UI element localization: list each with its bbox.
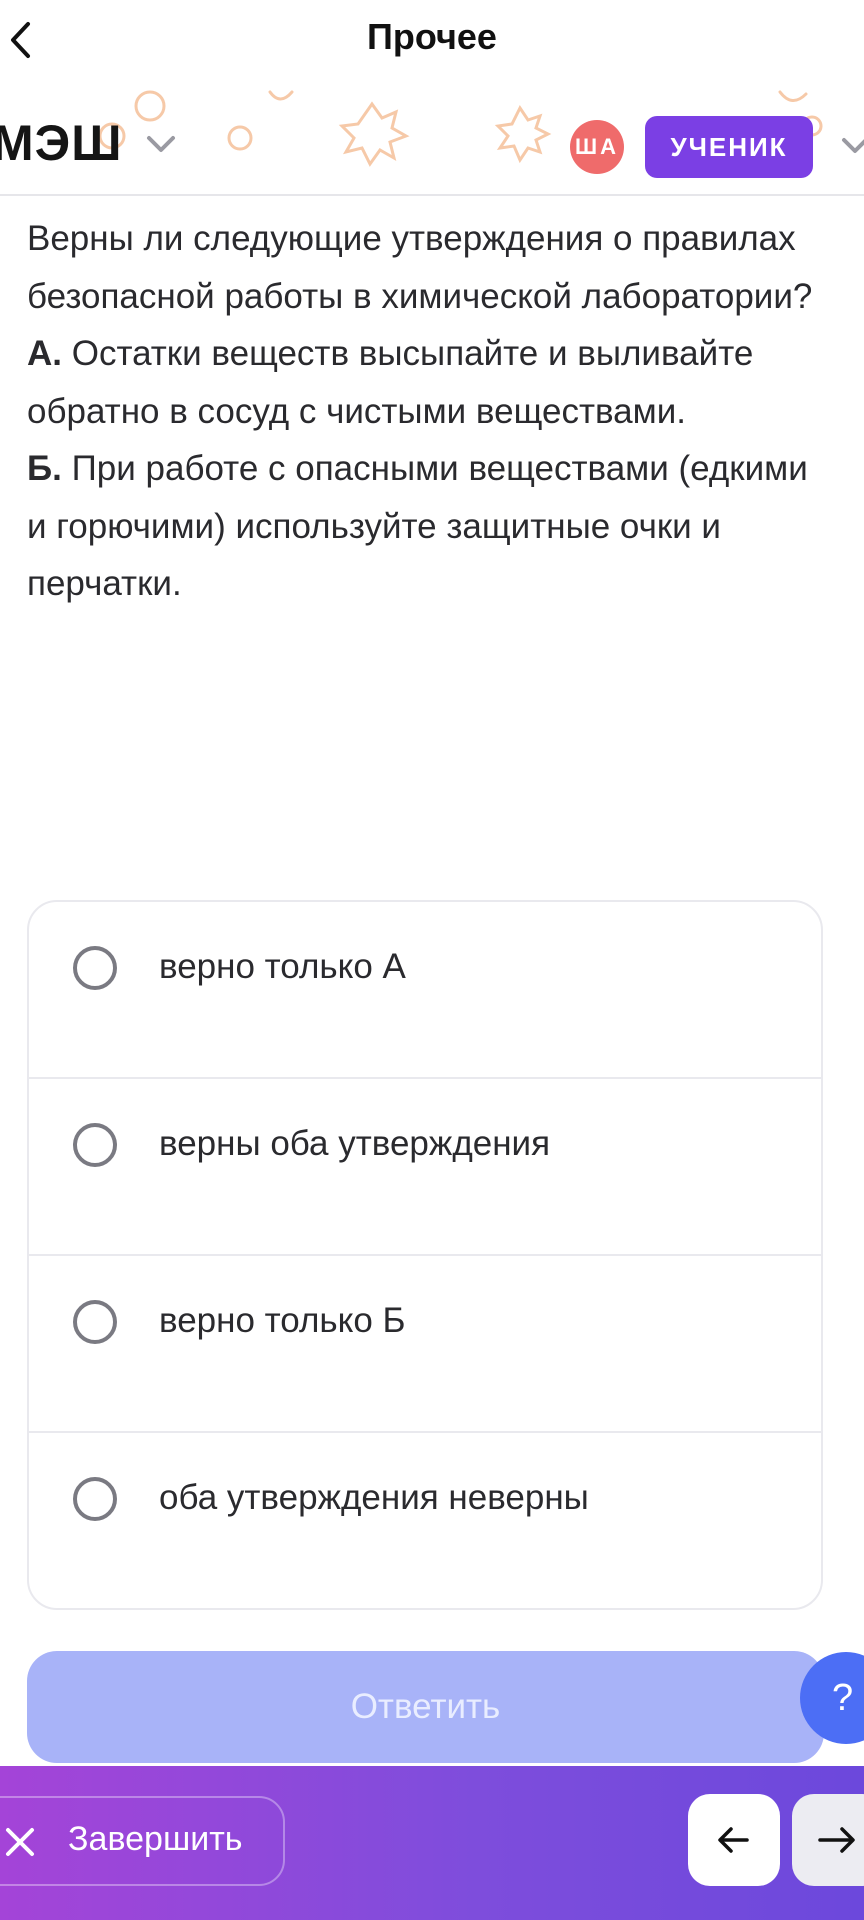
chevron-down-icon[interactable] xyxy=(840,134,864,158)
bottom-action-bar: Завершить xyxy=(0,1766,864,1920)
answer-option-label: верно только Б xyxy=(159,1301,406,1340)
question-text: Верны ли следующие утверждения о правила… xyxy=(27,210,837,613)
finish-button-label: Завершить xyxy=(68,1820,243,1858)
statement-b: Б. При работе с опасными веществами (едк… xyxy=(27,440,837,613)
statement-a: А. Остатки веществ высыпайте и выливайте… xyxy=(27,325,837,440)
previous-question-button[interactable] xyxy=(688,1794,780,1886)
arrow-right-icon xyxy=(818,1827,855,1853)
arrow-left-icon xyxy=(718,1827,749,1853)
close-icon xyxy=(6,1828,34,1856)
role-badge[interactable]: УЧЕНИК xyxy=(645,116,813,178)
page-title: Прочее xyxy=(367,16,497,57)
app-header: МЭШ ША УЧЕНИК xyxy=(0,86,864,196)
answer-option[interactable]: оба утверждения неверны xyxy=(29,1433,821,1608)
answer-option-label: верно только А xyxy=(159,947,406,986)
radio-button[interactable] xyxy=(73,1123,117,1167)
answer-option[interactable]: верны оба утверждения xyxy=(29,1079,821,1256)
statement-letter: А. xyxy=(27,334,62,373)
answer-option[interactable]: верно только А xyxy=(29,902,821,1079)
radio-button[interactable] xyxy=(73,946,117,990)
avatar[interactable]: ША xyxy=(570,120,624,174)
answer-option[interactable]: верно только Б xyxy=(29,1256,821,1433)
logo: МЭШ xyxy=(0,115,123,171)
submit-button[interactable]: Ответить xyxy=(27,1651,824,1763)
answer-option-label: верны оба утверждения xyxy=(159,1124,551,1163)
finish-button[interactable]: Завершить xyxy=(0,1796,285,1886)
statement-letter: Б. xyxy=(27,449,62,488)
radio-button[interactable] xyxy=(73,1477,117,1521)
top-navigation-bar: Прочее xyxy=(0,0,864,80)
answer-options: верно только А верны оба утверждения вер… xyxy=(27,900,823,1610)
radio-button[interactable] xyxy=(73,1300,117,1344)
statement-text: Остатки веществ высыпайте и выливайте об… xyxy=(27,334,754,431)
next-question-button[interactable] xyxy=(792,1794,864,1886)
screen: Прочее МЭШ ША УЧЕНИК Верны ли следующие … xyxy=(0,0,864,1920)
answer-option-label: оба утверждения неверны xyxy=(159,1478,589,1517)
statement-text: При работе с опасными веществами (едкими… xyxy=(27,449,808,603)
question-intro: Верны ли следующие утверждения о правила… xyxy=(27,219,813,316)
chevron-down-icon[interactable] xyxy=(143,130,179,158)
